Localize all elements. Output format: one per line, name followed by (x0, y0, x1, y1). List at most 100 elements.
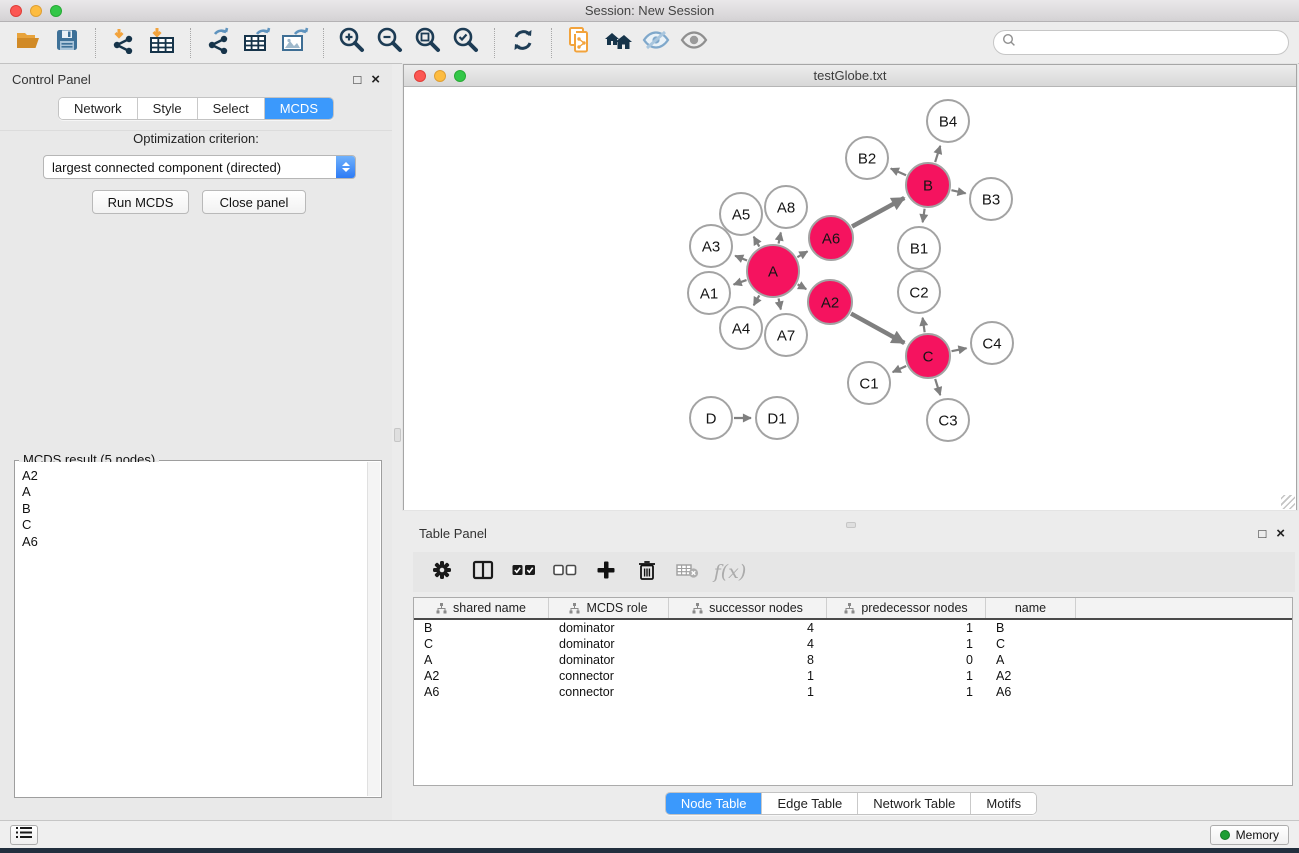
tab-motifs[interactable]: Motifs (971, 793, 1036, 814)
graph-node-B[interactable]: B (906, 163, 950, 207)
graph-edge[interactable] (779, 298, 781, 309)
graph-node-C2[interactable]: C2 (898, 271, 940, 313)
graph-edge[interactable] (951, 190, 965, 193)
list-item[interactable]: B (22, 501, 367, 517)
graph-node-A[interactable]: A (747, 245, 799, 297)
table-row[interactable]: C dominator 4 1 C (414, 636, 1292, 652)
list-item[interactable]: A (22, 484, 367, 500)
column-header-predecessor-nodes[interactable]: predecessor nodes (827, 598, 986, 618)
show-all-button[interactable] (675, 26, 713, 60)
graph-edge[interactable] (779, 232, 781, 243)
graph-node-A2[interactable]: A2 (808, 280, 852, 324)
graph-node-A4[interactable]: A4 (720, 307, 762, 349)
table-row[interactable]: A dominator 8 0 A (414, 652, 1292, 668)
table-row[interactable]: A2 connector 1 1 A2 (414, 668, 1292, 684)
column-header-shared-name[interactable]: shared name (414, 598, 549, 618)
save-session-button[interactable] (48, 26, 86, 60)
task-history-button[interactable] (10, 825, 38, 845)
search-input[interactable] (1021, 35, 1288, 50)
graph-node-B2[interactable]: B2 (846, 137, 888, 179)
tab-network-table[interactable]: Network Table (858, 793, 971, 814)
horizontal-splitter-grip[interactable] (846, 522, 856, 528)
splitter-grip[interactable] (394, 428, 401, 442)
graph-edge[interactable] (952, 348, 967, 351)
table-row[interactable]: A6 connector 1 1 A6 (414, 684, 1292, 700)
delete-column-button[interactable] (630, 556, 664, 588)
graph-node-C[interactable]: C (906, 334, 950, 378)
tab-select[interactable]: Select (198, 98, 265, 119)
tab-node-table[interactable]: Node Table (666, 793, 763, 814)
import-network-button[interactable] (105, 26, 143, 60)
graph-node-A1[interactable]: A1 (688, 272, 730, 314)
run-mcds-button[interactable]: Run MCDS (92, 190, 189, 214)
graph-node-A6[interactable]: A6 (809, 216, 853, 260)
open-session-button[interactable] (10, 26, 48, 60)
export-table-button[interactable] (238, 26, 276, 60)
graph-node-B1[interactable]: B1 (898, 227, 940, 269)
graph-node-A3[interactable]: A3 (690, 225, 732, 267)
first-neighbors-button[interactable] (599, 26, 637, 60)
graph-edge[interactable] (891, 169, 906, 176)
network-canvas[interactable]: B4B2BB3A5A8A6A3B1AA1C2A2A4A7C4CC1C3DD1 (404, 87, 1296, 510)
column-header-name[interactable]: name (986, 598, 1076, 618)
tab-edge-table[interactable]: Edge Table (762, 793, 858, 814)
tab-network[interactable]: Network (59, 98, 138, 119)
hide-selected-button[interactable] (637, 26, 675, 60)
float-table-panel-icon[interactable]: □ (1258, 527, 1266, 540)
graph-edge[interactable] (935, 146, 940, 162)
graph-edge[interactable] (923, 209, 925, 223)
graph-edge[interactable] (935, 379, 940, 395)
graph-node-B3[interactable]: B3 (970, 178, 1012, 220)
list-item[interactable]: A2 (22, 468, 367, 484)
graph-node-A7[interactable]: A7 (765, 314, 807, 356)
graph-edge[interactable] (851, 314, 904, 343)
graph-edge[interactable] (797, 251, 807, 257)
graph-node-C4[interactable]: C4 (971, 322, 1013, 364)
graph-edge[interactable] (735, 256, 747, 261)
zoom-out-button[interactable] (371, 26, 409, 60)
search-field[interactable] (993, 30, 1289, 55)
window-resize-grip[interactable] (1281, 495, 1295, 509)
close-panel-icon[interactable]: × (371, 72, 380, 87)
export-image-button[interactable] (276, 26, 314, 60)
graph-edge[interactable] (893, 366, 907, 372)
split-panel-button[interactable] (466, 556, 500, 588)
float-panel-icon[interactable]: □ (353, 73, 361, 86)
network-window-titlebar[interactable]: testGlobe.txt (404, 65, 1296, 87)
graph-node-B4[interactable]: B4 (927, 100, 969, 142)
graph-edge[interactable] (734, 280, 747, 284)
zoom-selected-button[interactable] (447, 26, 485, 60)
list-item[interactable]: A6 (22, 534, 367, 550)
graph-edge[interactable] (923, 318, 925, 332)
vertical-splitter[interactable] (392, 64, 403, 820)
result-list-scrollbar[interactable] (367, 462, 380, 796)
graph-edge[interactable] (754, 295, 760, 305)
zoom-fit-button[interactable] (409, 26, 447, 60)
tab-style[interactable]: Style (138, 98, 198, 119)
graph-node-D1[interactable]: D1 (756, 397, 798, 439)
table-settings-button[interactable] (425, 556, 459, 588)
graph-node-C1[interactable]: C1 (848, 362, 890, 404)
column-header-successor-nodes[interactable]: successor nodes (669, 598, 827, 618)
column-header-mcds-role[interactable]: MCDS role (549, 598, 669, 618)
import-table-button[interactable] (143, 26, 181, 60)
tab-mcds[interactable]: MCDS (265, 98, 333, 119)
create-column-button[interactable] (589, 556, 623, 588)
refresh-layout-button[interactable] (504, 26, 542, 60)
memory-button[interactable]: Memory (1210, 825, 1289, 845)
graph-node-A5[interactable]: A5 (720, 193, 762, 235)
graph-edge[interactable] (754, 237, 760, 247)
new-network-from-selection-button[interactable] (561, 26, 599, 60)
export-network-button[interactable] (200, 26, 238, 60)
hide-all-columns-button[interactable] (548, 556, 582, 588)
graph-edge[interactable] (798, 284, 807, 289)
close-table-panel-icon[interactable]: × (1276, 526, 1285, 541)
table-row[interactable]: B dominator 4 1 B (414, 620, 1292, 636)
close-panel-button[interactable]: Close panel (202, 190, 306, 214)
list-item[interactable]: C (22, 517, 367, 533)
show-all-columns-button[interactable] (507, 556, 541, 588)
graph-node-C3[interactable]: C3 (927, 399, 969, 441)
graph-edge[interactable] (852, 198, 904, 227)
optimization-criterion-select[interactable]: largest connected component (directed) (43, 155, 356, 179)
graph-node-A8[interactable]: A8 (765, 186, 807, 228)
